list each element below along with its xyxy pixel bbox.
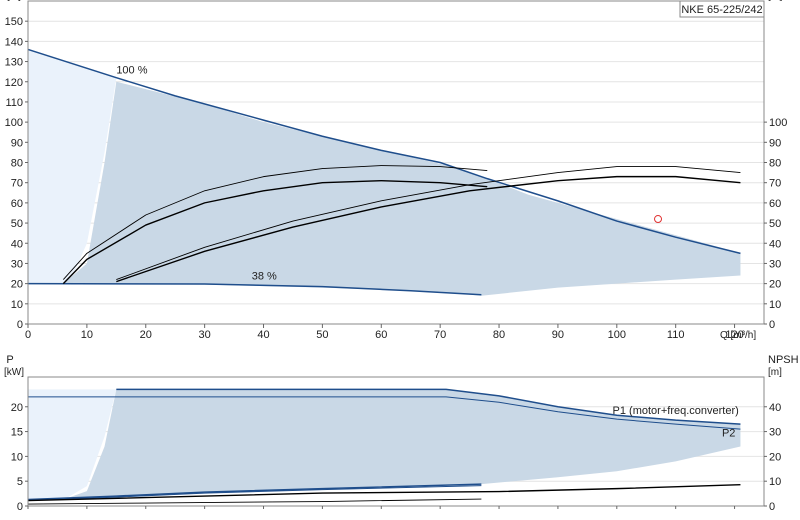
y-axis-label: P [6, 354, 13, 366]
power-npsh-panel: 0 5 10 15 20 0 10 20 30 40 P[kW] NPSH[m] P1 (motor+f… [4, 354, 799, 513]
y-tick-label: 20 [11, 279, 23, 291]
y-tick-label: 80 [11, 158, 23, 170]
y-tick-label: 50 [11, 218, 23, 230]
pump-curve-chart: 0 10 20 30 40 50 60 70 80 90 100 110 120 130 140 150 0 10… [0, 0, 800, 520]
y2-tick-label: 40 [769, 238, 781, 250]
y-tick-label: 10 [11, 451, 23, 463]
x-tick-label: 50 [316, 329, 328, 341]
y2-tick-label: 60 [769, 198, 781, 210]
y2-axis-unit: [m] [768, 367, 782, 378]
y-tick-label: 120 [5, 77, 23, 89]
x-tick-label: 0 [25, 329, 31, 341]
y-tick-label: 140 [5, 36, 23, 48]
y-tick-label: 5 [17, 476, 23, 488]
x-tick-label: 60 [375, 329, 387, 341]
y-axis-unit: [kW] [4, 367, 24, 378]
curve-annotation: P1 (motor+freq.converter) [613, 405, 739, 417]
curve-annotation: P2 [722, 428, 735, 440]
y2-tick-label: 0 [769, 319, 775, 331]
y2-axis-unit: [%] [768, 0, 783, 2]
y2-tick-label: 70 [769, 178, 781, 190]
y-tick-label: 150 [5, 16, 23, 28]
x-tick-label: 90 [552, 329, 564, 341]
y2-tick-label: 10 [769, 476, 781, 488]
x-tick-label: 40 [257, 329, 269, 341]
x-tick-label: 30 [199, 329, 211, 341]
y2-tick-label: 30 [769, 427, 781, 439]
curve-annotation: 38 % [252, 271, 277, 283]
y2-tick-label: 40 [769, 402, 781, 414]
x-tick-label: 80 [493, 329, 505, 341]
y-tick-label: 70 [11, 178, 23, 190]
x-axis-label: Q [m³/h] [720, 330, 756, 341]
y-axis-unit: [m] [7, 0, 21, 2]
y-tick-label: 40 [11, 238, 23, 250]
y2-tick-label: 80 [769, 158, 781, 170]
x-tick-label: 70 [434, 329, 446, 341]
y2-axis-label: NPSH [768, 354, 799, 366]
operating-envelope-area [63, 81, 741, 296]
y2-tick-label: 100 [769, 117, 787, 129]
y2-tick-label: 50 [769, 218, 781, 230]
x-tick-label: 100 [608, 329, 626, 341]
x-tick-label: 10 [81, 329, 93, 341]
y-tick-label: 20 [11, 402, 23, 414]
y2-tick-label: 90 [769, 137, 781, 149]
y2-tick-label: 10 [769, 299, 781, 311]
y2-tick-label: 20 [769, 279, 781, 291]
chart-svg: 0102030405060708090100110120130140150010… [4, 0, 799, 513]
y-tick-label: 110 [5, 97, 23, 109]
model-label: NKE 65-225/242 [681, 4, 762, 16]
y-tick-label: 30 [11, 258, 23, 270]
y-tick-label: 130 [5, 57, 23, 69]
x-tick-label: 110 [667, 329, 685, 341]
x-tick-label: 20 [140, 329, 152, 341]
y-tick-label: 0 [17, 501, 23, 513]
y-tick-label: 60 [11, 198, 23, 210]
y-tick-label: 90 [11, 137, 23, 149]
NPSH-2-curve [27, 498, 482, 505]
y2-tick-label: 30 [769, 258, 781, 270]
y2-tick-label: 20 [769, 451, 781, 463]
y-tick-label: 100 [5, 117, 23, 129]
curve-annotation: 100 % [116, 65, 147, 77]
head-efficiency-panel: 0102030405060708090100110120130140150010… [5, 0, 788, 341]
duty-point-marker [654, 215, 663, 224]
y-tick-label: 15 [11, 427, 23, 439]
y-tick-label: 10 [11, 299, 23, 311]
y-tick-label: 0 [17, 319, 23, 331]
y2-tick-label: 0 [769, 501, 775, 513]
